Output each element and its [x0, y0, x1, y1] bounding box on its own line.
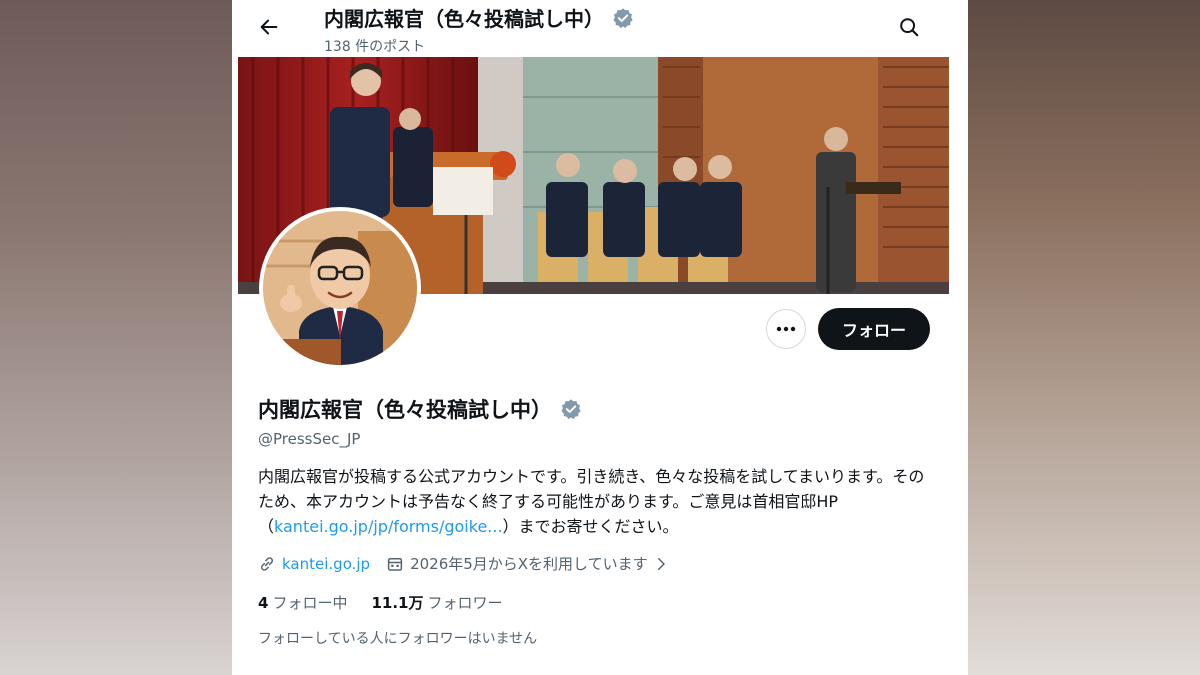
more-dots-icon [776, 326, 796, 332]
profile-bio: 内閣広報官が投稿する公式アカウントです。引き続き、色々な投稿を試してまいります。… [258, 464, 938, 539]
page-title: 内閣広報官（色々投稿試し中） [324, 3, 634, 32]
arrow-left-icon [260, 19, 278, 35]
profile-panel: 内閣広報官（色々投稿試し中） 138 件のポスト フォロー 内閣広報官（色々投稿… [232, 0, 968, 675]
page-title-text: 内閣広報官（色々投稿試し中） [324, 7, 604, 31]
background-right [968, 0, 1200, 675]
search-button[interactable] [892, 10, 926, 44]
avatar-illustration-icon [263, 211, 417, 365]
bio-link[interactable]: kantei.go.jp/jp/forms/goike... [274, 517, 503, 536]
profile-meta: kantei.go.jp 2026年5月からXを利用しています [258, 553, 670, 574]
verified-badge-icon [613, 7, 633, 28]
following-stat[interactable]: 4 フォロー中 [258, 592, 347, 613]
joined-date: 2026年5月からXを利用しています [410, 555, 648, 573]
back-button[interactable] [254, 12, 284, 42]
followers-stat[interactable]: 11.1万 フォロワー [371, 592, 502, 613]
chevron-right-icon[interactable] [652, 555, 670, 573]
follow-stats: 4 フォロー中 11.1万 フォロワー [258, 592, 502, 613]
post-count: 138 件のポスト [324, 39, 426, 55]
profile-avatar[interactable] [259, 207, 421, 369]
more-options-button[interactable] [766, 309, 806, 349]
follow-button[interactable]: フォロー [818, 308, 930, 350]
followers-label: フォロワー [427, 594, 503, 612]
following-count: 4 [258, 594, 269, 612]
followers-note: フォローしている人にフォロワーはいません [258, 631, 538, 647]
following-label: フォロー中 [272, 594, 348, 612]
link-icon [260, 556, 274, 571]
top-bar: 内閣広報官（色々投稿試し中） 138 件のポスト [232, 0, 968, 56]
profile-handle: @PressSec_JP [258, 430, 361, 448]
bio-tail: ）までお寄せください。 [502, 517, 679, 536]
verified-badge-icon [561, 399, 581, 420]
website-link[interactable]: kantei.go.jp [282, 555, 370, 573]
profile-name: 内閣広報官（色々投稿試し中） [258, 394, 582, 424]
search-icon [900, 18, 919, 37]
background-left [0, 0, 232, 675]
followers-count: 11.1万 [371, 594, 424, 612]
calendar-icon [387, 557, 403, 571]
profile-name-text: 内閣広報官（色々投稿試し中） [258, 398, 552, 422]
